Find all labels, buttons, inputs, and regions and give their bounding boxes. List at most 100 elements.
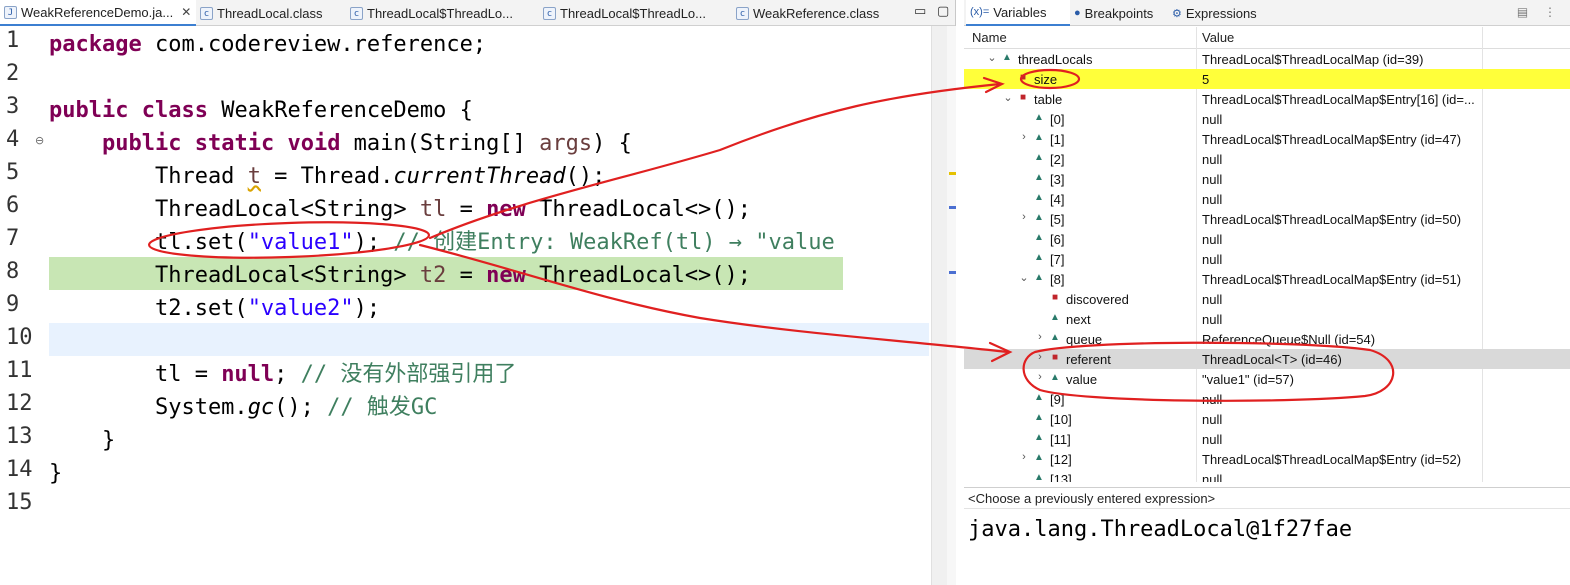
variable-name: [6] (1050, 232, 1065, 247)
variable-value: ThreadLocal$ThreadLocalMap$Entry (id=52) (1202, 452, 1462, 467)
overview-mark[interactable] (949, 172, 956, 175)
class-file-icon: c (350, 6, 363, 20)
tab-weakreferencedemo[interactable]: J WeakReferenceDemo.ja... ✕ (0, 0, 196, 26)
chevron-down-icon[interactable]: ⌄ (1002, 91, 1014, 104)
tab-expressions[interactable]: ⚙ Expressions (1172, 0, 1257, 26)
line-number: 13 (6, 424, 33, 449)
variable-row[interactable]: ■ discovered null (964, 289, 1570, 309)
variable-value: ThreadLocal$ThreadLocalMap$Entry (id=50) (1202, 212, 1462, 227)
overview-ruler[interactable] (947, 26, 956, 585)
variable-name: [7] (1050, 252, 1065, 267)
maximize-icon[interactable]: ▢ (937, 4, 949, 19)
chevron-right-icon[interactable]: › (1018, 211, 1030, 223)
variable-value: ThreadLocal$ThreadLocalMap (id=39) (1202, 52, 1424, 67)
tab-label: Variables (993, 4, 1047, 20)
variable-row[interactable]: ▲ [4] null (964, 189, 1570, 209)
tab-threadlocalmap-class[interactable]: c ThreadLocal$ThreadLo... (350, 0, 513, 26)
chevron-right-icon[interactable]: › (1034, 371, 1046, 383)
variable-row[interactable]: ▲ [9] null (964, 389, 1570, 409)
line-number: 15 (6, 490, 33, 515)
code-line-14[interactable]: } (49, 457, 62, 490)
variable-row[interactable]: ■ size 5 (964, 69, 1570, 89)
code-line-9[interactable]: t2.set("value2"); (49, 292, 380, 325)
code-line-13[interactable]: } (49, 424, 115, 457)
variable-row[interactable]: ⌄ ■ table ThreadLocal$ThreadLocalMap$Entry[… (964, 89, 1570, 109)
variable-row[interactable]: ⌄ ▲ [8] ThreadLocal$ThreadLocalMap$Entry (i… (964, 269, 1570, 289)
code-line-11[interactable]: tl = null; // 没有外部强引用了 (49, 358, 516, 391)
line-number: 7 (6, 226, 20, 251)
tab-threadlocalmap-entry-class[interactable]: c ThreadLocal$ThreadLo... (543, 0, 706, 26)
variable-name: referent (1066, 352, 1111, 367)
variable-row[interactable]: › ▲ [12] ThreadLocal$ThreadLocalMap$Entry (… (964, 449, 1570, 469)
variable-value: null (1202, 472, 1223, 482)
chevron-right-icon[interactable]: › (1018, 451, 1030, 463)
minimize-icon[interactable]: ▭ (914, 4, 926, 19)
breakpoints-icon: ● (1074, 7, 1081, 19)
line-number: 9 (6, 292, 20, 317)
line-number: 4 (6, 127, 20, 152)
editor-vertical-scrollbar[interactable] (931, 26, 947, 585)
overview-mark[interactable] (949, 271, 956, 274)
variable-name: threadLocals (1018, 52, 1093, 67)
variable-row[interactable]: › ▲ [1] ThreadLocal$ThreadLocalMap$Entry (i… (964, 129, 1570, 149)
expression-result[interactable]: java.lang.ThreadLocal@1f27fae (968, 517, 1352, 542)
variable-row[interactable]: › ▲ [5] ThreadLocal$ThreadLocalMap$Entry (i… (964, 209, 1570, 229)
variable-row[interactable]: ▲ [11] null (964, 429, 1570, 449)
tab-breakpoints[interactable]: ● Breakpoints (1074, 0, 1153, 26)
variable-name: [2] (1050, 152, 1065, 167)
class-file-icon: c (736, 6, 749, 20)
code-line-8[interactable]: ThreadLocal<String> t2 = new ThreadLocal… (49, 259, 751, 292)
variable-row[interactable]: › ▲ queue ReferenceQueue$Null (id=54) (964, 329, 1570, 349)
expression-selector[interactable]: <Choose a previously entered expression> (964, 487, 1570, 509)
variable-row[interactable]: ⌄ ▲ threadLocals ThreadLocal$ThreadLocalMap… (964, 49, 1570, 69)
variable-row[interactable]: › ▲ value "value1" (id=57) (964, 369, 1570, 389)
variables-tree[interactable]: ⌄ ▲ threadLocals ThreadLocal$ThreadLocalMap… (964, 49, 1570, 482)
variable-row[interactable]: ▲ [7] null (964, 249, 1570, 269)
code-line-6[interactable]: ThreadLocal<String> tl = new ThreadLocal… (49, 193, 751, 226)
public-field-icon: ▲ (1034, 112, 1044, 123)
variable-row[interactable]: ▲ next null (964, 309, 1570, 329)
variable-row[interactable]: › ■ referent ThreadLocal<T> (id=46) (964, 349, 1570, 369)
column-name[interactable]: Name (972, 30, 1007, 45)
column-value[interactable]: Value (1202, 30, 1234, 45)
chevron-down-icon[interactable]: ⌄ (986, 51, 998, 64)
variable-row[interactable]: ▲ [0] null (964, 109, 1570, 129)
variable-row[interactable]: ▲ [13] null (964, 469, 1570, 482)
code-line-12[interactable]: System.gc(); // 触发GC (49, 391, 437, 424)
chevron-right-icon[interactable]: › (1018, 131, 1030, 143)
code-line-4[interactable]: public static void main(String[] args) { (49, 127, 632, 160)
line-number: 6 (6, 193, 20, 218)
variable-row[interactable]: ▲ [6] null (964, 229, 1570, 249)
variable-name: value (1066, 372, 1098, 387)
public-field-icon: ▲ (1034, 172, 1044, 183)
tab-variables[interactable]: (x)= Variables (966, 0, 1070, 26)
public-field-icon: ▲ (1034, 472, 1044, 482)
view-menu-icon[interactable]: ▤ ⋮ (1517, 5, 1562, 19)
chevron-down-icon[interactable]: ⌄ (1018, 271, 1030, 284)
chevron-right-icon[interactable]: › (1034, 331, 1046, 343)
code-line-5[interactable]: Thread t = Thread.currentThread(); (49, 160, 605, 193)
variable-row[interactable]: ▲ [2] null (964, 149, 1570, 169)
tab-label: WeakReference.class (753, 5, 880, 21)
code-line-3[interactable]: public class WeakReferenceDemo { (49, 94, 473, 127)
variable-name: [11] (1050, 432, 1071, 447)
variable-value: ThreadLocal$ThreadLocalMap$Entry[16] (id… (1202, 92, 1475, 107)
tab-threadlocal-class[interactable]: c ThreadLocal.class (200, 0, 323, 26)
tab-label: ThreadLocal$ThreadLo... (560, 5, 706, 21)
public-field-icon: ▲ (1050, 332, 1060, 343)
fold-icon[interactable]: ⊖ (35, 134, 44, 147)
variable-name: table (1034, 92, 1063, 107)
code-line-7[interactable]: tl.set("value1"); // 创建Entry: WeakRef(tl… (49, 226, 835, 259)
line-number: 3 (6, 94, 20, 119)
chevron-right-icon[interactable]: › (1034, 351, 1046, 363)
code-line-1[interactable]: package com.codereview.reference; (49, 28, 486, 61)
public-field-icon: ▲ (1002, 52, 1012, 63)
private-field-icon: ■ (1051, 292, 1059, 303)
tab-weakreference-class[interactable]: c WeakReference.class (736, 0, 879, 26)
close-icon[interactable]: ✕ (181, 5, 191, 19)
overview-mark[interactable] (949, 206, 956, 209)
variable-row[interactable]: ▲ [3] null (964, 169, 1570, 189)
editor-tab-bar: J WeakReferenceDemo.ja... ✕ c ThreadLoca… (0, 0, 955, 26)
variable-name: [4] (1050, 192, 1065, 207)
variable-row[interactable]: ▲ [10] null (964, 409, 1570, 429)
